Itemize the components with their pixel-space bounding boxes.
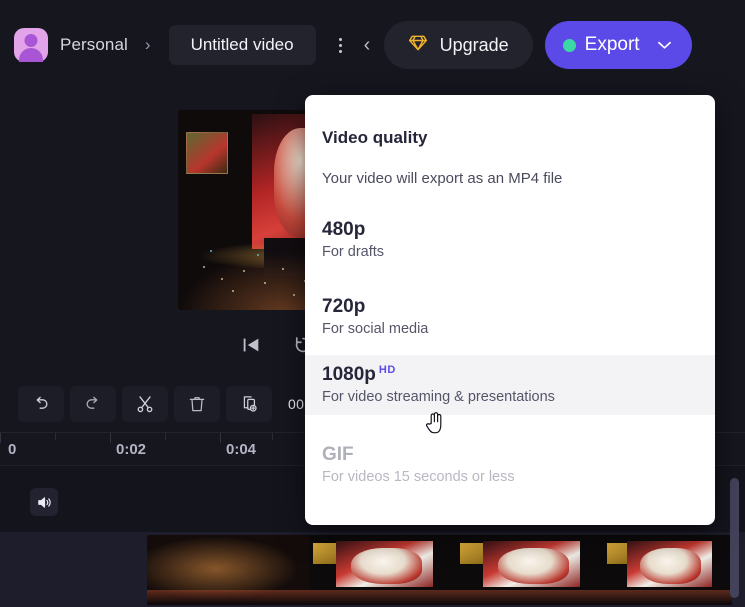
dropdown-subtitle: Your video will export as an MP4 file	[322, 170, 563, 187]
diamond-icon	[408, 33, 428, 58]
workspace-label[interactable]: Personal	[60, 35, 128, 55]
skip-to-start-button[interactable]	[240, 334, 262, 356]
ruler-tick-minor	[55, 433, 56, 440]
dropdown-title: Video quality	[322, 128, 428, 147]
kebab-dot-icon	[339, 37, 343, 41]
ruler-label: 0:04	[226, 441, 257, 458]
ruler-tick	[110, 433, 111, 443]
clipchamp-editor: Personal › Untitled video ‹ Upgrade Expo…	[0, 0, 745, 607]
quality-description: For drafts	[322, 243, 385, 260]
quality-option-720p[interactable]: 720p For social media	[305, 287, 715, 347]
upgrade-button[interactable]: Upgrade	[383, 21, 533, 69]
clip-thumb-floor	[457, 589, 604, 605]
ruler-label: 0	[8, 441, 17, 458]
quality-option-gif: GIF For videos 15 seconds or less	[305, 435, 715, 495]
upgrade-label: Upgrade	[439, 34, 509, 55]
ruler-tick	[0, 433, 1, 443]
split-button[interactable]	[122, 386, 168, 422]
clip-thumb-floor	[604, 589, 732, 605]
quality-label-text: 1080p	[322, 364, 376, 385]
vertical-scrollbar[interactable]	[730, 478, 739, 598]
clip-thumbnail	[604, 535, 732, 605]
clip-thumb-figure	[639, 547, 702, 584]
status-dot-icon	[562, 38, 576, 52]
avatar-head-icon	[24, 34, 38, 47]
ruler-label: 0:02	[116, 441, 147, 458]
quality-description: For social media	[322, 320, 429, 337]
quality-option-480p[interactable]: 480p For drafts	[305, 210, 715, 270]
ruler-tick-minor	[165, 433, 166, 440]
clip-thumbnail	[147, 535, 310, 605]
video-clip[interactable]	[147, 535, 732, 605]
export-quality-dropdown: Video quality Your video will export as …	[305, 95, 715, 525]
timecode-display: 00	[288, 396, 305, 412]
clip-thumb-flag	[459, 543, 484, 565]
export-button[interactable]: Export	[544, 21, 692, 69]
chevron-right-icon: ›	[144, 35, 151, 54]
duplicate-button[interactable]	[226, 386, 272, 422]
avatar-body-icon	[19, 48, 43, 62]
quality-description: For video streaming & presentations	[322, 388, 555, 405]
quality-description: For videos 15 seconds or less	[322, 468, 515, 485]
export-label: Export	[584, 34, 640, 55]
clip-thumb-floor	[310, 589, 457, 605]
quality-label: 720p	[322, 296, 366, 317]
clip-thumb-figure	[498, 547, 569, 584]
chevron-down-icon	[657, 37, 672, 53]
ruler-tick-minor	[272, 433, 273, 440]
clip-thumb-floor	[147, 589, 310, 605]
kebab-dot-icon	[339, 43, 343, 47]
quality-label: 480p	[322, 219, 366, 240]
redo-button[interactable]	[70, 386, 116, 422]
speaker-icon[interactable]	[30, 488, 58, 516]
clip-thumb-flag	[606, 543, 628, 565]
more-options-button[interactable]	[330, 30, 352, 60]
kebab-dot-icon	[339, 49, 343, 53]
hd-badge: HD	[378, 363, 396, 376]
quality-option-1080p[interactable]: 1080p HD For video streaming & presentati…	[305, 355, 715, 415]
collapsed-control-icon[interactable]: ‹	[364, 35, 374, 55]
undo-button[interactable]	[18, 386, 64, 422]
project-title-input[interactable]: Untitled video	[168, 25, 316, 65]
clip-thumbnail	[310, 535, 457, 605]
clip-thumbnail	[457, 535, 604, 605]
ruler-tick	[220, 433, 221, 443]
top-bar: Personal › Untitled video ‹ Upgrade Expo…	[0, 0, 745, 90]
delete-button[interactable]	[174, 386, 220, 422]
avatar[interactable]	[14, 28, 48, 62]
clip-thumb-figure	[351, 547, 422, 584]
clip-thumb-flag	[312, 543, 337, 565]
quality-label: GIF	[322, 444, 354, 465]
quality-label: 1080p HD	[322, 363, 698, 387]
